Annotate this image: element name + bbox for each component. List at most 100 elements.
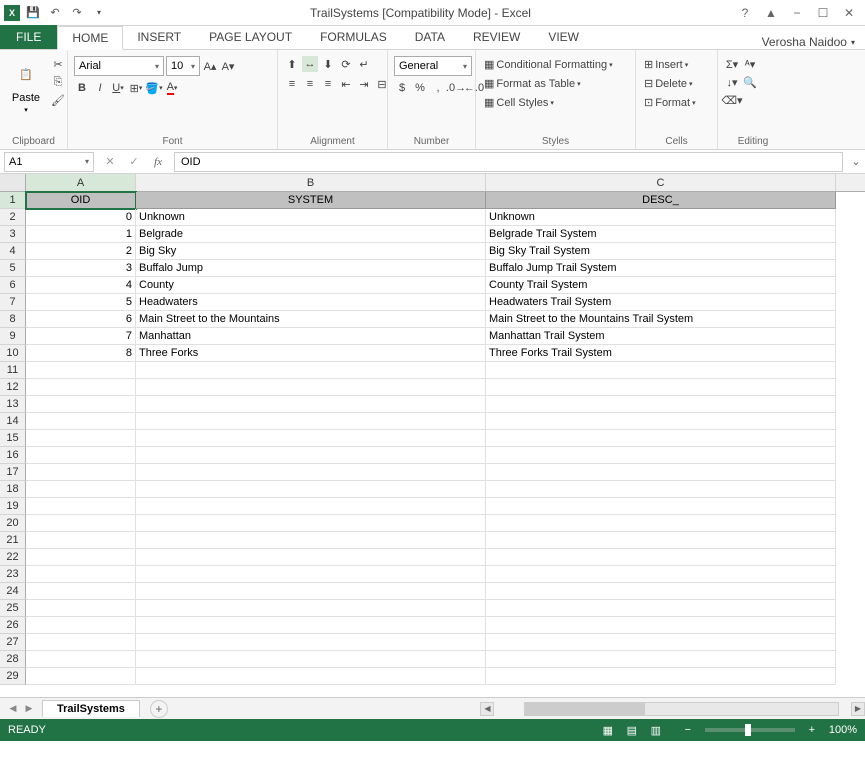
wrap-text-icon[interactable]: ↵	[356, 56, 372, 72]
currency-icon[interactable]: $	[394, 80, 410, 96]
row-header[interactable]: 1	[0, 192, 26, 209]
cell[interactable]	[136, 583, 486, 600]
row-header[interactable]: 3	[0, 226, 26, 243]
cell[interactable]: Three Forks Trail System	[486, 345, 836, 362]
row-header[interactable]: 22	[0, 549, 26, 566]
select-all-corner[interactable]	[0, 174, 26, 191]
tab-insert[interactable]: INSERT	[123, 25, 195, 49]
cell[interactable]	[26, 413, 136, 430]
undo-icon[interactable]: ↶	[46, 4, 64, 22]
find-icon[interactable]: 🔍	[742, 74, 758, 90]
zoom-in-button[interactable]: +	[801, 722, 823, 738]
row-header[interactable]: 8	[0, 311, 26, 328]
autosum-icon[interactable]: Σ▾	[724, 56, 740, 72]
row-header[interactable]: 13	[0, 396, 26, 413]
cell[interactable]: County	[136, 277, 486, 294]
cell-styles-button[interactable]: ▦ Cell Styles▾	[482, 94, 556, 111]
row-header[interactable]: 12	[0, 379, 26, 396]
tab-review[interactable]: REVIEW	[459, 25, 534, 49]
row-header[interactable]: 21	[0, 532, 26, 549]
ribbon-options-icon[interactable]: ▲	[759, 3, 783, 23]
row-header[interactable]: 24	[0, 583, 26, 600]
cell[interactable]: Big Sky	[136, 243, 486, 260]
cell[interactable]	[486, 583, 836, 600]
fill-icon[interactable]: ↓▾	[724, 74, 740, 90]
font-name-combo[interactable]: Arial▾	[74, 56, 164, 76]
cell[interactable]: Headwaters	[136, 294, 486, 311]
help-icon[interactable]: ?	[733, 3, 757, 23]
cell[interactable]	[136, 515, 486, 532]
cell[interactable]	[136, 634, 486, 651]
cell[interactable]: OID	[26, 192, 136, 209]
row-header[interactable]: 6	[0, 277, 26, 294]
cell[interactable]	[26, 566, 136, 583]
clear-icon[interactable]: ⌫▾	[724, 92, 740, 108]
cell[interactable]	[136, 532, 486, 549]
cell[interactable]	[26, 515, 136, 532]
name-box[interactable]: A1▾	[4, 152, 94, 172]
decrease-font-icon[interactable]: A▾	[220, 58, 236, 74]
cell[interactable]: Buffalo Jump	[136, 260, 486, 277]
align-center-icon[interactable]: ≡	[302, 76, 318, 92]
cell[interactable]	[486, 668, 836, 685]
cell[interactable]	[26, 430, 136, 447]
cell[interactable]: 8	[26, 345, 136, 362]
cell[interactable]	[136, 379, 486, 396]
row-header[interactable]: 23	[0, 566, 26, 583]
cell[interactable]: Three Forks	[136, 345, 486, 362]
cell[interactable]	[136, 430, 486, 447]
minimize-button[interactable]: −	[785, 3, 809, 23]
cell[interactable]	[486, 396, 836, 413]
cell[interactable]	[486, 617, 836, 634]
row-header[interactable]: 19	[0, 498, 26, 515]
cell[interactable]	[136, 481, 486, 498]
underline-button[interactable]: U▾	[110, 80, 126, 96]
row-header[interactable]: 2	[0, 209, 26, 226]
user-name[interactable]: Verosha Naidoo ▾	[762, 35, 865, 49]
align-left-icon[interactable]: ≡	[284, 76, 300, 92]
cell[interactable]	[136, 668, 486, 685]
cell[interactable]	[26, 651, 136, 668]
cell[interactable]	[486, 498, 836, 515]
col-header-a[interactable]: A	[26, 174, 136, 191]
cell[interactable]	[486, 362, 836, 379]
cell[interactable]: 1	[26, 226, 136, 243]
number-format-combo[interactable]: General▾	[394, 56, 472, 76]
zoom-slider[interactable]	[705, 728, 795, 732]
cell[interactable]: Manhattan	[136, 328, 486, 345]
normal-view-icon[interactable]: ▦	[597, 722, 619, 738]
comma-icon[interactable]: ,	[430, 80, 446, 96]
page-layout-view-icon[interactable]: ▤	[621, 722, 643, 738]
row-header[interactable]: 7	[0, 294, 26, 311]
page-break-view-icon[interactable]: ▥	[645, 722, 667, 738]
copy-icon[interactable]: ⎘	[50, 74, 66, 90]
cell[interactable]	[486, 532, 836, 549]
conditional-formatting-button[interactable]: ▦ Conditional Formatting▾	[482, 56, 615, 73]
col-header-c[interactable]: C	[486, 174, 836, 191]
cell[interactable]	[486, 600, 836, 617]
row-header[interactable]: 27	[0, 634, 26, 651]
save-icon[interactable]: 💾	[24, 4, 42, 22]
cell[interactable]: Big Sky Trail System	[486, 243, 836, 260]
cell[interactable]: SYSTEM	[136, 192, 486, 209]
percent-icon[interactable]: %	[412, 80, 428, 96]
cell[interactable]: DESC_	[486, 192, 836, 209]
enter-formula-icon[interactable]: ✓	[122, 152, 146, 172]
row-header[interactable]: 17	[0, 464, 26, 481]
cell[interactable]	[486, 464, 836, 481]
cell[interactable]	[486, 379, 836, 396]
row-header[interactable]: 15	[0, 430, 26, 447]
cell[interactable]	[136, 396, 486, 413]
cell[interactable]	[26, 617, 136, 634]
cell[interactable]	[136, 447, 486, 464]
cell[interactable]	[26, 498, 136, 515]
cell[interactable]	[136, 464, 486, 481]
cell[interactable]	[136, 566, 486, 583]
cell[interactable]: Belgrade Trail System	[486, 226, 836, 243]
bold-button[interactable]: B	[74, 80, 90, 96]
cell[interactable]	[486, 549, 836, 566]
italic-button[interactable]: I	[92, 80, 108, 96]
cell[interactable]	[486, 481, 836, 498]
row-header[interactable]: 26	[0, 617, 26, 634]
cell[interactable]	[136, 413, 486, 430]
